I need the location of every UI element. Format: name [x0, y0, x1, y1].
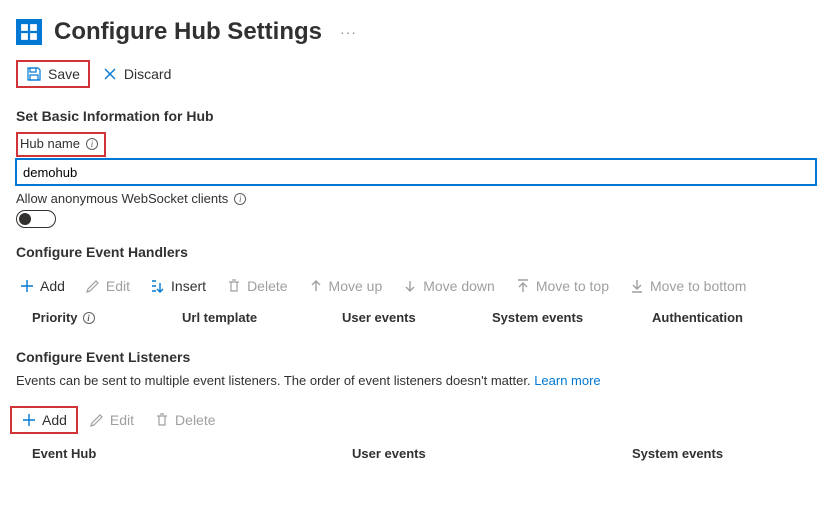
arrow-down-icon [402, 278, 418, 294]
info-icon[interactable]: i [83, 312, 95, 324]
insert-handler-button[interactable]: Insert [141, 274, 215, 298]
move-up-label: Move up [329, 278, 383, 294]
save-icon [26, 66, 42, 82]
allow-anon-row: Allow anonymous WebSocket clients i [16, 191, 816, 206]
handlers-toolbar: Add Edit Insert Delete Move up Move down… [0, 268, 832, 304]
delete-listener-button[interactable]: Delete [145, 408, 224, 432]
move-down-label: Move down [423, 278, 495, 294]
delete-handler-button[interactable]: Delete [217, 274, 296, 298]
listeners-title: Configure Event Listeners [16, 349, 816, 365]
event-handlers-section: Configure Event Handlers [0, 244, 832, 260]
listeners-toolbar: Add Edit Delete [0, 400, 832, 440]
insert-icon [150, 278, 166, 294]
edit-listener-button[interactable]: Edit [80, 408, 143, 432]
allow-anon-toggle[interactable] [16, 210, 56, 228]
insert-label: Insert [171, 278, 206, 294]
move-top-button[interactable]: Move to top [506, 274, 618, 298]
trash-icon [226, 278, 242, 294]
move-down-button[interactable]: Move down [393, 274, 504, 298]
listeners-note: Events can be sent to multiple event lis… [16, 373, 816, 388]
add-label: Add [40, 278, 65, 294]
discard-label: Discard [124, 66, 171, 82]
move-up-button[interactable]: Move up [299, 274, 392, 298]
edit-handler-button[interactable]: Edit [76, 274, 139, 298]
add-label: Add [42, 412, 67, 428]
info-icon[interactable]: i [234, 193, 246, 205]
listeners-table-header: Event Hub User events System events [0, 440, 832, 471]
pencil-icon [89, 412, 105, 428]
info-icon[interactable]: i [86, 138, 98, 150]
plus-icon [19, 278, 35, 294]
col-user-events: User events [342, 310, 492, 325]
col-authentication: Authentication [652, 310, 816, 325]
more-icon[interactable]: ··· [340, 24, 357, 40]
save-label: Save [48, 66, 80, 82]
command-bar: Save Discard [0, 52, 832, 102]
event-listeners-section: Configure Event Listeners Events can be … [0, 349, 832, 388]
toggle-knob [19, 213, 31, 225]
save-button[interactable]: Save [16, 60, 90, 88]
trash-icon [154, 412, 170, 428]
hub-name-highlight: Hub name i [16, 132, 106, 157]
move-top-label: Move to top [536, 278, 609, 294]
page-header: Configure Hub Settings ··· [0, 0, 832, 52]
col-system-events: System events [492, 310, 652, 325]
col-user-events: User events [352, 446, 632, 461]
allow-anon-label: Allow anonymous WebSocket clients [16, 191, 228, 206]
col-system-events: System events [632, 446, 816, 461]
basic-info-section: Set Basic Information for Hub Hub name i… [0, 108, 832, 228]
learn-more-link[interactable]: Learn more [534, 373, 600, 388]
edit-label: Edit [106, 278, 130, 294]
hub-app-icon [16, 19, 42, 45]
arrow-bottom-icon [629, 278, 645, 294]
move-bottom-button[interactable]: Move to bottom [620, 274, 756, 298]
add-listener-button[interactable]: Add [10, 406, 78, 434]
close-icon [102, 66, 118, 82]
pencil-icon [85, 278, 101, 294]
arrow-up-icon [308, 278, 324, 294]
col-url-template: Url template [182, 310, 342, 325]
basic-info-title: Set Basic Information for Hub [16, 108, 816, 124]
page-title: Configure Hub Settings [54, 18, 322, 46]
move-bottom-label: Move to bottom [650, 278, 747, 294]
handlers-table-header: Priority i Url template User events Syst… [0, 304, 832, 335]
add-handler-button[interactable]: Add [10, 274, 74, 298]
edit-label: Edit [110, 412, 134, 428]
hub-name-input[interactable] [16, 159, 816, 185]
note-text: Events can be sent to multiple event lis… [16, 373, 534, 388]
handlers-title: Configure Event Handlers [16, 244, 816, 260]
plus-icon [21, 412, 37, 428]
hub-name-label: Hub name [20, 136, 80, 151]
discard-button[interactable]: Discard [94, 62, 179, 86]
delete-label: Delete [247, 278, 287, 294]
arrow-top-icon [515, 278, 531, 294]
col-priority: Priority [32, 310, 78, 325]
delete-label: Delete [175, 412, 215, 428]
col-event-hub: Event Hub [32, 446, 352, 461]
